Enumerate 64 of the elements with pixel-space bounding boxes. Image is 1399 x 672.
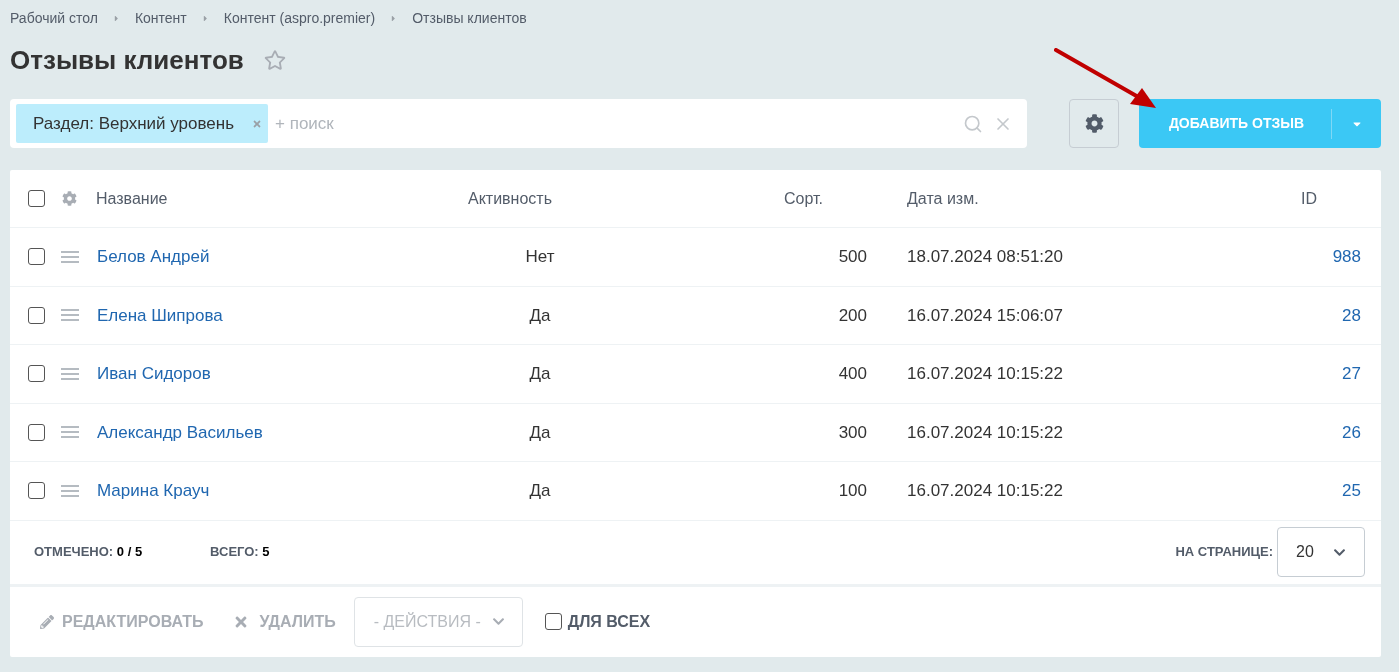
chevron-down-icon [491,615,505,628]
filter-search-bar[interactable]: Раздел: Верхний уровень + поиск [10,99,1027,148]
for-all-checkbox[interactable]: ДЛЯ ВСЕХ [544,609,651,634]
table-cell-text: 18.07.2024 08:51:20 [906,246,1064,268]
per-page-label: НА СТРАНИЦЕ: [1175,543,1273,562]
table-cell-text: Да [528,480,552,502]
drag-handle-icon[interactable] [60,484,79,497]
id-link[interactable]: 28 [1342,305,1361,325]
id-link[interactable]: 988 [1332,247,1361,266]
drag-handle-icon[interactable] [60,250,79,263]
column-header[interactable]: ID [1167,186,1361,211]
review-name-link[interactable]: Марина Крауч [97,481,210,500]
row-checkbox[interactable] [28,482,45,500]
filter-tag-label: Раздел: Верхний уровень [33,112,235,135]
column-header[interactable]: Название [94,186,440,211]
breadcrumb-link[interactable]: Рабочий стол [10,7,98,29]
table-cell-text: 500 [837,246,867,268]
pencil-icon [40,614,54,629]
page-title: Отзывы клиентов [10,43,244,77]
per-page-select[interactable]: 20 [1277,527,1365,577]
review-name-link[interactable]: Иван Сидоров [97,364,211,383]
table-cell-text: 16.07.2024 10:15:22 [906,421,1064,444]
row-checkbox[interactable] [28,306,45,324]
table-cell-text: Да [528,421,552,444]
review-name-link[interactable]: Белов Андрей [97,247,210,266]
review-name-link[interactable]: Александр Васильев [97,422,263,442]
id-link[interactable]: 25 [1342,481,1361,500]
selected-count: ОТМЕЧЕНО: 0 / 5 [34,543,143,562]
column-header[interactable]: Дата изм. [867,186,1167,211]
breadcrumb-link[interactable]: Контент [134,7,187,29]
table-cell-text: 200 [837,304,867,327]
star-icon[interactable] [263,49,286,71]
table-cell-text: 16.07.2024 10:15:22 [906,363,1064,385]
id-link[interactable]: 26 [1342,422,1361,442]
column-header[interactable]: Сорт. [640,186,867,211]
row-checkbox[interactable] [28,248,45,266]
row-checkbox[interactable] [28,423,45,441]
table-cell-text: Да [528,363,552,385]
column-header[interactable]: Активность [440,186,640,211]
breadcrumb-link[interactable]: Контент (aspro.premier) [223,7,376,29]
table-cell-text: 300 [837,421,867,444]
table-cell-text: 100 [837,480,867,502]
settings-button[interactable] [1069,99,1119,148]
table-cell-text: Нет [524,246,556,268]
table-cell-text: 400 [837,363,867,385]
breadcrumb-link[interactable]: Отзывы клиентов [412,7,527,29]
review-name-link[interactable]: Елена Шипрова [97,305,223,325]
row-checkbox[interactable] [28,365,45,383]
table-cell-text: 16.07.2024 10:15:22 [906,480,1064,502]
drag-handle-icon[interactable] [60,309,79,322]
settings-icon[interactable] [62,191,77,206]
table-cell-text: Да [528,304,552,327]
drag-handle-icon[interactable] [60,426,79,439]
total-count: ВСЕГО: 5 [210,543,270,562]
close-icon[interactable] [252,118,263,129]
id-link[interactable]: 27 [1342,364,1361,383]
table-cell-text: 16.07.2024 15:06:07 [906,304,1064,327]
drag-handle-icon[interactable] [60,367,79,380]
filter-tag[interactable]: Раздел: Верхний уровень [16,104,269,143]
select-all-checkbox[interactable] [28,190,45,207]
settings-icon [1084,114,1104,133]
checkbox[interactable] [544,613,562,630]
search-icon[interactable] [963,113,983,134]
search-input[interactable]: + поиск [275,110,963,137]
